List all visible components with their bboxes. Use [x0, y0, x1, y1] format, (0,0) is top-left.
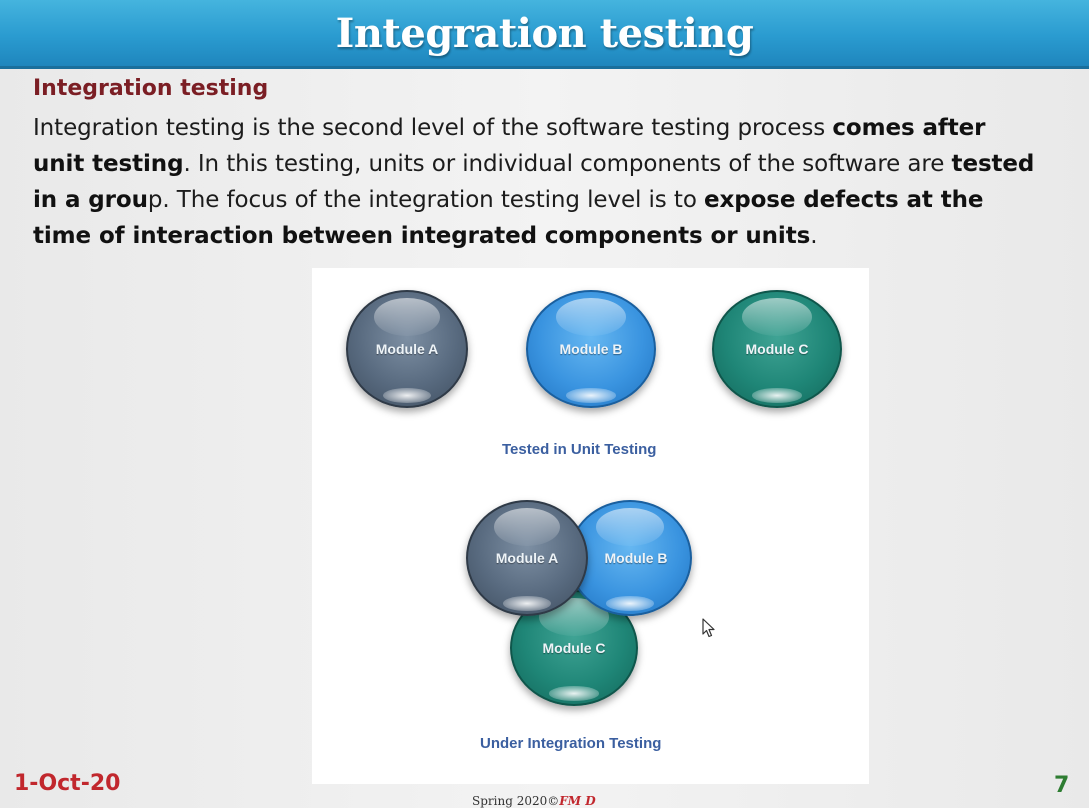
integration-diagram: Module A Module B Module C Tested in Uni… — [312, 268, 869, 784]
page-number: 7 — [1054, 773, 1070, 798]
unit-module-c: Module C — [712, 290, 842, 408]
slide-subheading: Integration testing — [33, 76, 269, 101]
footer-credit-text: Spring 2020© — [472, 794, 560, 808]
title-bar: Integration testing — [0, 0, 1089, 69]
body-sentence-4: . — [810, 223, 818, 249]
integration-testing-caption: Under Integration Testing — [480, 735, 662, 752]
footer-credit: Spring 2020©FM D — [472, 794, 596, 808]
body-sentence-1: Integration testing is the second level … — [33, 115, 833, 141]
slide-body-text: Integration testing is the second level … — [33, 110, 1043, 254]
body-sentence-3: p. The focus of the integration testing … — [147, 187, 704, 213]
body-sentence-2: . In this testing, units or individual c… — [183, 151, 952, 177]
unit-module-b-label: Module B — [559, 341, 623, 357]
unit-module-c-label: Module C — [745, 341, 809, 357]
unit-module-a: Module A — [346, 290, 468, 408]
unit-testing-caption: Tested in Unit Testing — [502, 441, 657, 458]
unit-module-a-label: Module A — [375, 341, 439, 357]
slide-title: Integration testing — [335, 10, 754, 57]
integration-module-a-label: Module A — [495, 550, 559, 566]
footer-date: 1-Oct-20 — [14, 771, 121, 796]
footer-credit-brand: FM D — [559, 794, 596, 808]
mouse-pointer-icon — [702, 618, 716, 642]
integration-module-c-label: Module C — [542, 640, 606, 656]
integration-module-a: Module A — [466, 500, 588, 616]
integration-module-b-label: Module B — [604, 550, 668, 566]
unit-module-b: Module B — [526, 290, 656, 408]
